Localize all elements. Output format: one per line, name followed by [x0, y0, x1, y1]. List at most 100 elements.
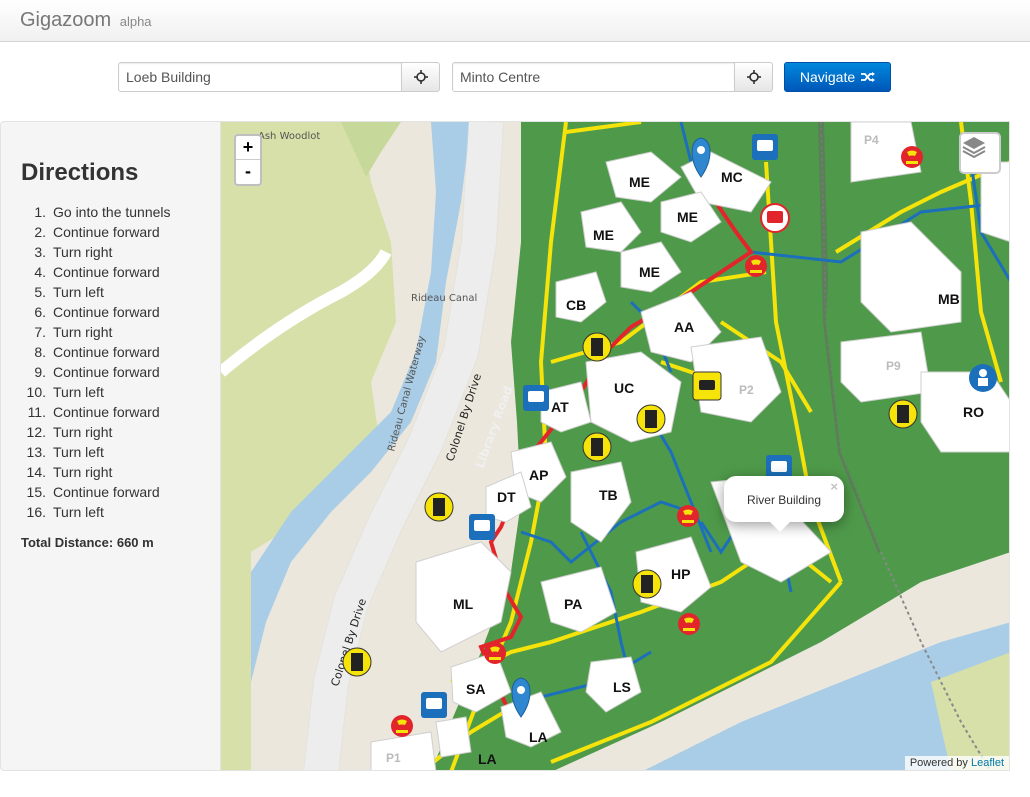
- leaflet-link[interactable]: Leaflet: [971, 757, 1004, 769]
- direction-step: 8. Continue forward: [25, 344, 171, 364]
- pedestrian-icon[interactable]: [888, 399, 918, 429]
- campus-map[interactable]: ME MC ME ME ME CB AA UC AT AP DT TB ML P…: [220, 121, 1010, 771]
- pedestrian-icon[interactable]: [582, 432, 612, 462]
- zoom-in-button[interactable]: +: [236, 136, 260, 160]
- zoom-control: + -: [234, 134, 262, 186]
- direction-step-text: Continue forward: [53, 364, 160, 380]
- map-tiles[interactable]: ME MC ME ME ME CB AA UC AT AP DT TB ML P…: [221, 122, 1010, 771]
- direction-step-text: Continue forward: [53, 344, 160, 360]
- map-popup: × River Building: [724, 476, 844, 532]
- direction-step: 5. Turn left: [25, 284, 171, 304]
- destination-locate-button[interactable]: [735, 62, 773, 92]
- origin-input[interactable]: [118, 62, 402, 92]
- taxi-icon[interactable]: [692, 371, 722, 401]
- building-me-3[interactable]: ME: [593, 227, 614, 243]
- direction-step-text: Turn left: [53, 284, 104, 300]
- building-pa[interactable]: PA: [564, 596, 582, 612]
- building-ml[interactable]: ML: [453, 596, 474, 612]
- parking-p1[interactable]: P1: [386, 751, 401, 765]
- directions-list: 1. Go into the tunnels 2. Continue forward 3…: [25, 204, 171, 524]
- direction-step: 6. Continue forward: [25, 304, 171, 324]
- total-distance-label: Total Distance:: [21, 535, 114, 550]
- direction-step-text: Turn left: [53, 444, 104, 460]
- phone-icon[interactable]: [901, 146, 923, 168]
- building-me-1[interactable]: ME: [629, 174, 650, 190]
- building-me-2[interactable]: ME: [677, 209, 698, 225]
- total-distance: Total Distance: 660 m: [21, 535, 154, 550]
- building-me-4[interactable]: ME: [639, 264, 660, 280]
- building-la[interactable]: LA: [529, 729, 548, 745]
- map-attribution: Powered by Leaflet: [904, 756, 1009, 770]
- building-dt[interactable]: DT: [497, 489, 516, 505]
- building-tb[interactable]: TB: [599, 487, 618, 503]
- shuffle-icon: [861, 72, 876, 82]
- phone-icon[interactable]: [745, 255, 767, 277]
- direction-step-text: Continue forward: [53, 404, 160, 420]
- pedestrian-icon[interactable]: [342, 647, 372, 677]
- bus-icon[interactable]: [752, 134, 778, 160]
- origin-locate-button[interactable]: [402, 62, 440, 92]
- pedestrian-icon[interactable]: [582, 332, 612, 362]
- popup-tip: [770, 522, 790, 532]
- building-ro[interactable]: RO: [963, 404, 984, 420]
- phone-icon[interactable]: [678, 613, 700, 635]
- bus-icon[interactable]: [421, 692, 447, 718]
- building-sa[interactable]: SA: [466, 681, 485, 697]
- destination-input[interactable]: [452, 62, 735, 92]
- layers-icon: [962, 137, 986, 159]
- building-ls[interactable]: LS: [613, 679, 631, 695]
- building-cb[interactable]: CB: [566, 297, 586, 313]
- direction-step: 7. Turn right: [25, 324, 171, 344]
- navbar: Gigazoom alpha: [0, 0, 1030, 42]
- building-mb[interactable]: MB: [938, 291, 960, 307]
- phone-icon[interactable]: [391, 715, 413, 737]
- direction-step-number: 10.: [26, 384, 46, 400]
- direction-step-text: Continue forward: [53, 304, 160, 320]
- direction-step-text: Continue forward: [53, 224, 160, 240]
- direction-step-number: 8.: [34, 344, 46, 360]
- building-mc[interactable]: MC: [721, 169, 743, 185]
- crosshair-icon: [746, 70, 761, 84]
- brand[interactable]: Gigazoom alpha: [20, 9, 152, 32]
- direction-step-text: Turn left: [53, 384, 104, 400]
- attribution-prefix: Powered by: [909, 757, 968, 769]
- label-ash-woodlot: Ash Woodlot: [258, 131, 320, 142]
- building-uc[interactable]: UC: [614, 380, 634, 396]
- label-rideau-canal: Rideau Canal: [411, 293, 477, 304]
- popup-close-button[interactable]: ×: [830, 479, 838, 494]
- direction-step-number: 13.: [26, 444, 46, 460]
- parking-p4[interactable]: P4: [864, 133, 879, 147]
- bus-icon[interactable]: [469, 514, 495, 540]
- destination-group: [452, 62, 773, 92]
- phone-icon[interactable]: [484, 642, 506, 664]
- parking-p9[interactable]: P9: [886, 359, 901, 373]
- direction-step: 3. Turn right: [25, 244, 171, 264]
- navigate-label: Navigate: [799, 69, 856, 85]
- building-la-2[interactable]: LA: [478, 751, 497, 767]
- brand-subtitle: alpha: [119, 14, 152, 29]
- direction-step-number: 15.: [26, 484, 46, 500]
- direction-step-text: Continue forward: [53, 264, 160, 280]
- direction-step: 2. Continue forward: [25, 224, 171, 244]
- total-distance-value: 660 m: [116, 535, 154, 550]
- building-hp[interactable]: HP: [671, 566, 690, 582]
- phone-icon[interactable]: [677, 505, 699, 527]
- info-icon[interactable]: [969, 364, 997, 392]
- pedestrian-icon[interactable]: [636, 404, 666, 434]
- pedestrian-icon[interactable]: [632, 569, 662, 599]
- navigate-button[interactable]: Navigate: [784, 62, 891, 92]
- crosshair-icon: [413, 70, 428, 84]
- parking-p2[interactable]: P2: [739, 383, 754, 397]
- pedestrian-icon[interactable]: [424, 492, 454, 522]
- building-ap[interactable]: AP: [529, 467, 548, 483]
- direction-step: 4. Continue forward: [25, 264, 171, 284]
- zoom-out-button[interactable]: -: [236, 160, 260, 184]
- direction-step: 15. Continue forward: [25, 484, 171, 504]
- building-aa[interactable]: AA: [674, 319, 694, 335]
- bus-stop-icon[interactable]: [760, 203, 790, 233]
- bus-icon[interactable]: [523, 385, 549, 411]
- layers-button[interactable]: [959, 132, 1001, 174]
- direction-step-number: 16.: [26, 504, 46, 520]
- direction-step-text: Turn right: [53, 244, 113, 260]
- building-at[interactable]: AT: [551, 399, 569, 415]
